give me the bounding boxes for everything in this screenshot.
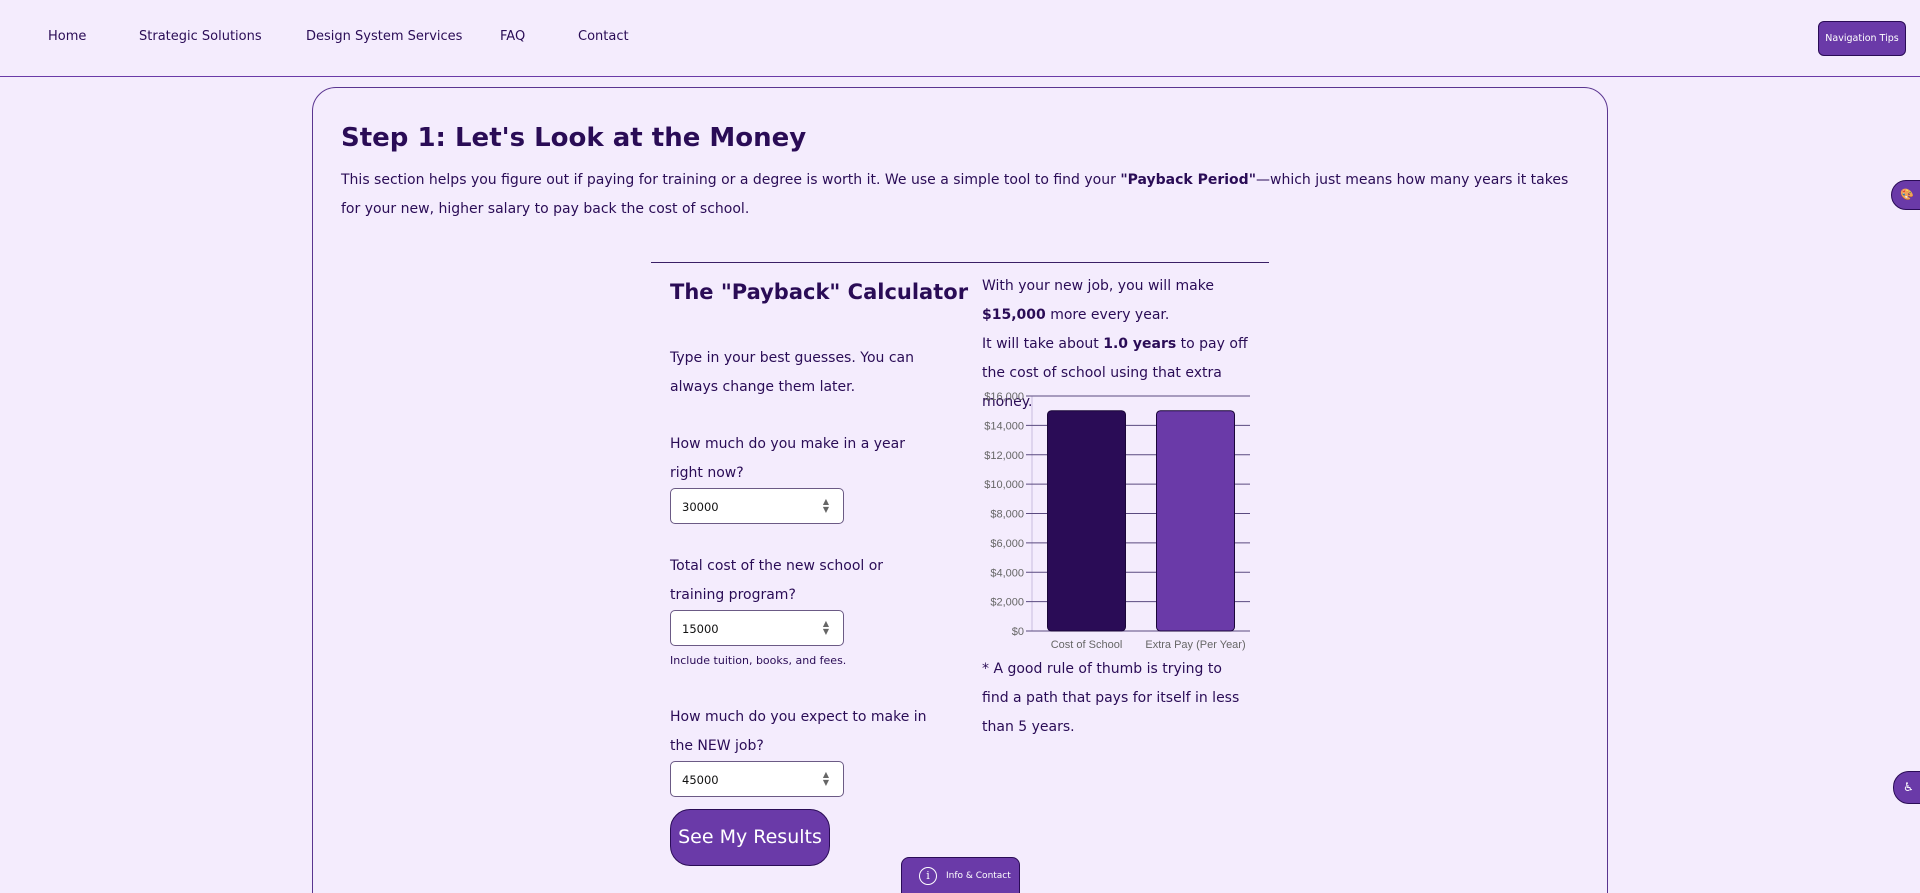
palette-icon[interactable]: 🎨 <box>1891 180 1920 210</box>
nav-faq[interactable]: FAQ <box>500 29 525 44</box>
accessibility-icon[interactable]: ♿ <box>1893 771 1920 804</box>
school-cost-hint: Include tuition, books, and fees. <box>670 654 847 667</box>
step-title: Step 1: Let's Look at the Money <box>341 123 807 153</box>
bar-0 <box>1047 410 1126 632</box>
new-salary-label: How much do you expect to make in the NE… <box>670 709 927 754</box>
extra-pay-text: With your new job, you will make $15,000… <box>982 272 1252 330</box>
payback-bar-chart: $0 $2,000 $4,000 $6,000 $8,000 $10,000 $12,000… <box>984 391 1250 651</box>
school-cost-value: 15000 <box>682 622 719 636</box>
payback-years: 1.0 years <box>1103 336 1177 352</box>
spinner-icon[interactable]: ▲ ▼ <box>821 498 831 514</box>
y-tick-label: $2,000 <box>990 597 1024 609</box>
payback-prefix: It will take about <box>982 336 1104 352</box>
nav-strategic-solutions[interactable]: Strategic Solutions <box>139 29 262 44</box>
x-tick-label: Extra Pay (Per Year) <box>1145 639 1245 651</box>
nav-contact[interactable]: Contact <box>578 29 629 44</box>
y-tick-label: $10,000 <box>984 479 1024 491</box>
bar-1 <box>1156 410 1235 632</box>
spinner-icon[interactable]: ▲ ▼ <box>821 620 831 636</box>
y-tick-label: $8,000 <box>990 509 1024 521</box>
school-cost-label: Total cost of the new school or training… <box>670 558 884 603</box>
nav-home[interactable]: Home <box>48 29 86 44</box>
y-tick-label: $4,000 <box>990 567 1024 579</box>
calculator-title: The "Payback" Calculator <box>670 280 969 304</box>
intro-payback-term: "Payback Period" <box>1120 172 1256 188</box>
y-tick-label: $0 <box>1012 626 1024 638</box>
y-tick-label: $12,000 <box>984 450 1024 462</box>
navigation-tips-button[interactable]: Navigation Tips <box>1818 21 1906 56</box>
x-tick-label: Cost of School <box>1051 639 1123 651</box>
y-tick-label: $16,000 <box>984 391 1024 403</box>
section-divider <box>651 262 1269 263</box>
top-navigation: Home Strategic Solutions Design System S… <box>0 0 1920 77</box>
current-salary-input[interactable]: 30000 ▲ ▼ <box>670 488 844 524</box>
calculator-instructions: Type in your best guesses. You can alway… <box>670 350 914 395</box>
extra-pay-prefix: With your new job, you will make <box>982 278 1214 294</box>
rule-of-thumb-note: * A good rule of thumb is trying to find… <box>982 661 1240 735</box>
current-salary-label: How much do you make in a year right now… <box>670 436 905 481</box>
extra-pay-amount: $15,000 <box>982 307 1046 323</box>
step-intro: This section helps you figure out if pay… <box>341 166 1581 224</box>
school-cost-input[interactable]: 15000 ▲ ▼ <box>670 610 844 646</box>
info-contact-label: Info & Contact <box>946 871 1011 881</box>
extra-pay-suffix: more every year. <box>1045 307 1170 323</box>
nav-design-system-services[interactable]: Design System Services <box>306 29 462 44</box>
current-salary-value: 30000 <box>682 500 719 514</box>
see-results-button[interactable]: See My Results <box>670 809 830 866</box>
spinner-icon[interactable]: ▲ ▼ <box>821 771 831 787</box>
new-salary-value: 45000 <box>682 773 719 787</box>
y-tick-label: $6,000 <box>990 538 1024 550</box>
y-tick-label: $14,000 <box>984 420 1024 432</box>
new-salary-input[interactable]: 45000 ▲ ▼ <box>670 761 844 797</box>
intro-text-start: This section helps you figure out if pay… <box>341 172 1121 188</box>
info-contact-tab[interactable]: i Info & Contact <box>901 857 1020 893</box>
info-icon: i <box>919 867 937 885</box>
